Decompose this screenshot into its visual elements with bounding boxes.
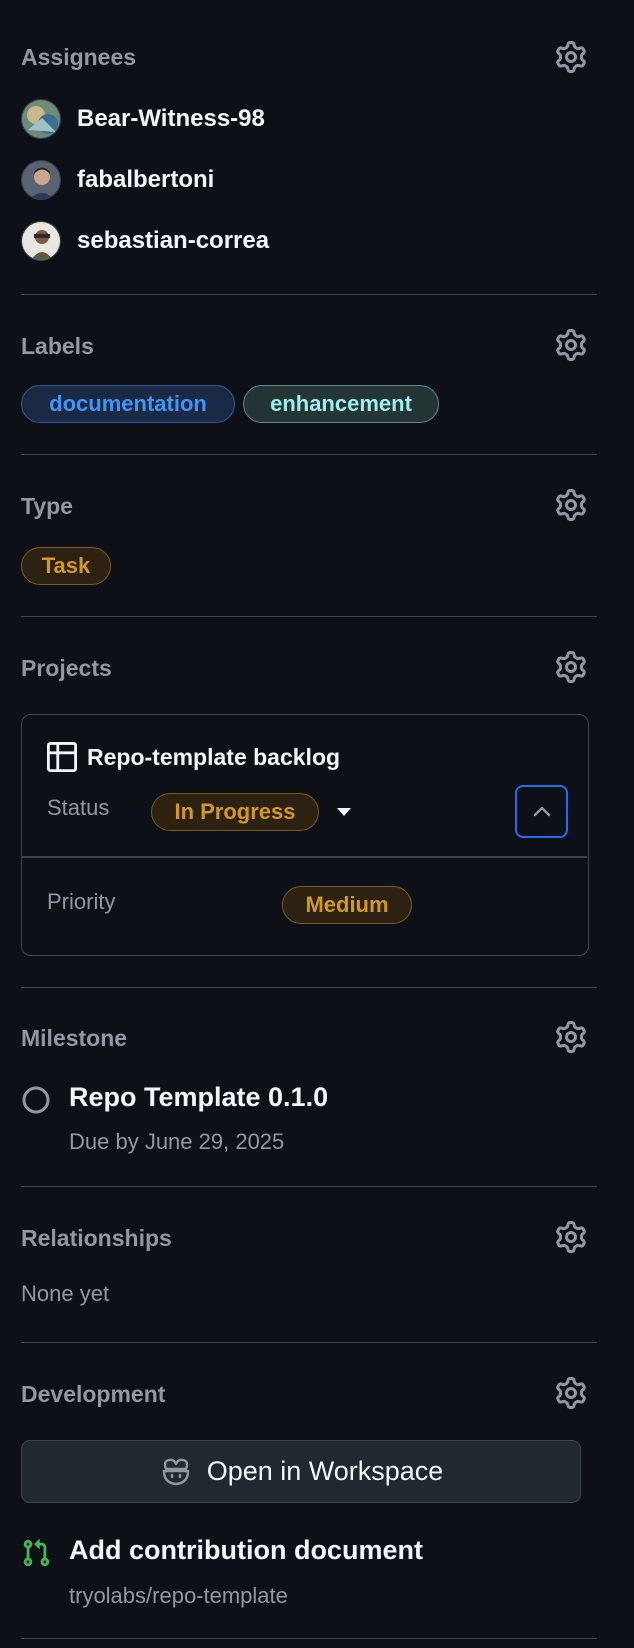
copilot-icon — [159, 1455, 193, 1489]
linked-pr-repo[interactable]: tryolabs/repo-template — [69, 1583, 288, 1609]
avatar — [21, 160, 61, 200]
section-divider — [21, 454, 597, 455]
assignees-heading: Assignees — [21, 44, 137, 70]
milestone-section: Milestone Repo Template 0.1.0 Due by Jun… — [21, 1020, 597, 1162]
project-field-divider — [22, 856, 587, 858]
labels-heading: Labels — [21, 333, 94, 359]
label-documentation[interactable]: documentation — [21, 385, 235, 423]
milestone-gear-icon[interactable] — [554, 1020, 588, 1054]
section-divider — [21, 1638, 597, 1639]
open-in-workspace-label: Open in Workspace — [206, 1456, 444, 1486]
avatar — [21, 221, 61, 261]
assignees-gear-icon[interactable] — [554, 40, 588, 74]
caret-down-icon[interactable] — [335, 803, 353, 821]
milestone-circle-icon — [21, 1085, 51, 1115]
section-divider — [21, 1342, 597, 1343]
relationships-gear-icon[interactable] — [554, 1220, 588, 1254]
milestone-heading: Milestone — [21, 1025, 128, 1051]
development-heading: Development — [21, 1381, 166, 1407]
milestone-name[interactable]: Repo Template 0.1.0 — [69, 1082, 328, 1113]
projects-section: Projects — [21, 650, 597, 692]
assignee-name: Bear-Witness-98 — [77, 105, 265, 132]
pull-request-icon — [21, 1538, 51, 1568]
assignee-item[interactable]: Bear-Witness-98 — [21, 99, 265, 139]
projects-heading: Projects — [21, 655, 112, 681]
project-name[interactable]: Repo-template backlog — [87, 744, 340, 771]
type-heading: Type — [21, 493, 73, 519]
assignees-section: Assignees Bear-Witness-98 fabalbertoni s… — [21, 40, 597, 280]
collapse-fields-button[interactable] — [515, 785, 568, 838]
development-section: Development — [21, 1376, 597, 1418]
section-divider — [21, 987, 597, 988]
assignee-item[interactable]: fabalbertoni — [21, 160, 214, 200]
assignee-name: fabalbertoni — [77, 166, 215, 193]
labels-section: Labels documentation enhancement — [21, 328, 597, 430]
relationships-section: Relationships None yet — [21, 1220, 597, 1312]
priority-label: Priority — [47, 889, 116, 914]
status-label: Status — [47, 795, 110, 820]
relationships-heading: Relationships — [21, 1225, 172, 1251]
issue-sidebar: Assignees Bear-Witness-98 fabalbertoni s… — [0, 0, 634, 1648]
type-gear-icon[interactable] — [554, 488, 588, 522]
development-gear-icon[interactable] — [554, 1376, 588, 1410]
labels-gear-icon[interactable] — [554, 328, 588, 362]
assignee-item[interactable]: sebastian-correa — [21, 221, 269, 261]
section-divider — [21, 1186, 597, 1187]
chevron-up-icon — [533, 806, 550, 816]
projects-gear-icon[interactable] — [554, 650, 588, 684]
milestone-due: Due by June 29, 2025 — [69, 1129, 285, 1154]
section-divider — [21, 294, 597, 295]
type-badge[interactable]: Task — [21, 547, 111, 585]
label-enhancement[interactable]: enhancement — [243, 385, 439, 423]
section-divider — [21, 616, 597, 617]
table-icon — [47, 742, 77, 772]
linked-pr-title[interactable]: Add contribution document — [69, 1535, 423, 1566]
type-section: Type Task — [21, 488, 597, 590]
relationships-empty-text: None yet — [21, 1281, 110, 1306]
avatar — [21, 99, 61, 139]
assignee-name: sebastian-correa — [77, 227, 270, 254]
project-card: Repo-template backlog Status In Progress… — [21, 714, 589, 956]
priority-badge[interactable]: Medium — [282, 886, 412, 924]
status-badge[interactable]: In Progress — [151, 793, 319, 831]
open-in-workspace-button[interactable]: Open in Workspace — [21, 1440, 581, 1503]
